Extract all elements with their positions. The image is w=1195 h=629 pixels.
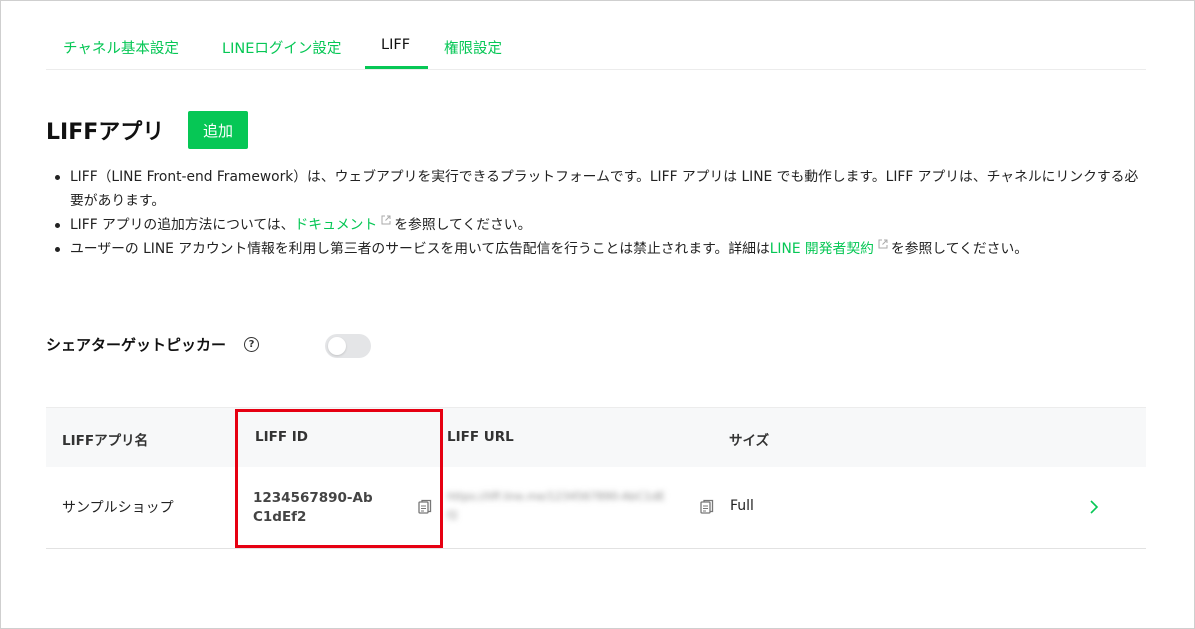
- share-target-picker-toggle[interactable]: [325, 334, 371, 358]
- list-item: LIFF（LINE Front-end Framework）は、ウェブアプリを実…: [52, 165, 1152, 213]
- bullet-text: ユーザーの LINE アカウント情報を利用し第三者のサービスを用いて広告配信を行…: [70, 241, 770, 257]
- list-item: ユーザーの LINE アカウント情報を利用し第三者のサービスを用いて広告配信を行…: [52, 237, 1152, 261]
- tab-liff[interactable]: LIFF: [381, 37, 410, 53]
- liff-app-name: サンプルショップ: [62, 500, 174, 516]
- add-button[interactable]: 追加: [188, 111, 248, 149]
- column-header-id: LIFF ID: [255, 429, 308, 445]
- page-frame: チャネル基本設定 LINEログイン設定 LIFF 権限設定 LIFFアプリ 追加…: [0, 0, 1195, 629]
- copy-icon[interactable]: [418, 499, 432, 515]
- liff-id-value: 1234567890-AbC1dEf2: [253, 490, 373, 525]
- liff-url-value: https://liff.line.me/1234567890-AbC1dEf2: [447, 490, 665, 522]
- bullet-text: LIFF（LINE Front-end Framework）は、ウェブアプリを実…: [70, 169, 1139, 209]
- external-link-icon: [381, 215, 391, 225]
- table-header: LIFFアプリ名 LIFF ID LIFF URL サイズ: [46, 407, 1146, 468]
- tab-line-login-settings[interactable]: LINEログイン設定: [222, 37, 341, 58]
- channel-tabs: チャネル基本設定 LINEログイン設定 LIFF 権限設定: [46, 25, 1146, 70]
- developer-agreement-link[interactable]: LINE 開発者契約: [770, 241, 874, 257]
- tab-permissions[interactable]: 権限設定: [444, 37, 502, 58]
- bullet-text: を参照してください。: [394, 217, 532, 233]
- column-header-name: LIFFアプリ名: [62, 433, 149, 449]
- list-item: LIFF アプリの追加方法については、ドキュメント を参照してください。: [52, 213, 1152, 237]
- share-target-picker-label: シェアターゲットピッカー: [46, 336, 227, 354]
- table-row[interactable]: サンプルショップ 1234567890-AbC1dEf2 https://lif…: [46, 467, 1146, 549]
- active-tab-indicator: [365, 66, 428, 69]
- column-header-url: LIFF URL: [447, 429, 514, 445]
- toggle-knob: [328, 337, 346, 355]
- bullet-text: LIFF アプリの追加方法については、: [70, 217, 295, 233]
- bullet-text: を参照してください。: [890, 241, 1029, 257]
- external-link-icon: [878, 239, 888, 249]
- help-icon[interactable]: ?: [244, 337, 259, 352]
- info-list: LIFF（LINE Front-end Framework）は、ウェブアプリを実…: [52, 165, 1152, 261]
- page-title: LIFFアプリ: [46, 120, 165, 145]
- column-header-size: サイズ: [729, 433, 770, 449]
- size-value: Full: [730, 498, 754, 514]
- tab-basic-settings[interactable]: チャネル基本設定: [63, 37, 179, 58]
- chevron-right-icon[interactable]: [1089, 499, 1099, 515]
- documentation-link[interactable]: ドキュメント: [294, 217, 377, 233]
- copy-icon[interactable]: [700, 499, 714, 515]
